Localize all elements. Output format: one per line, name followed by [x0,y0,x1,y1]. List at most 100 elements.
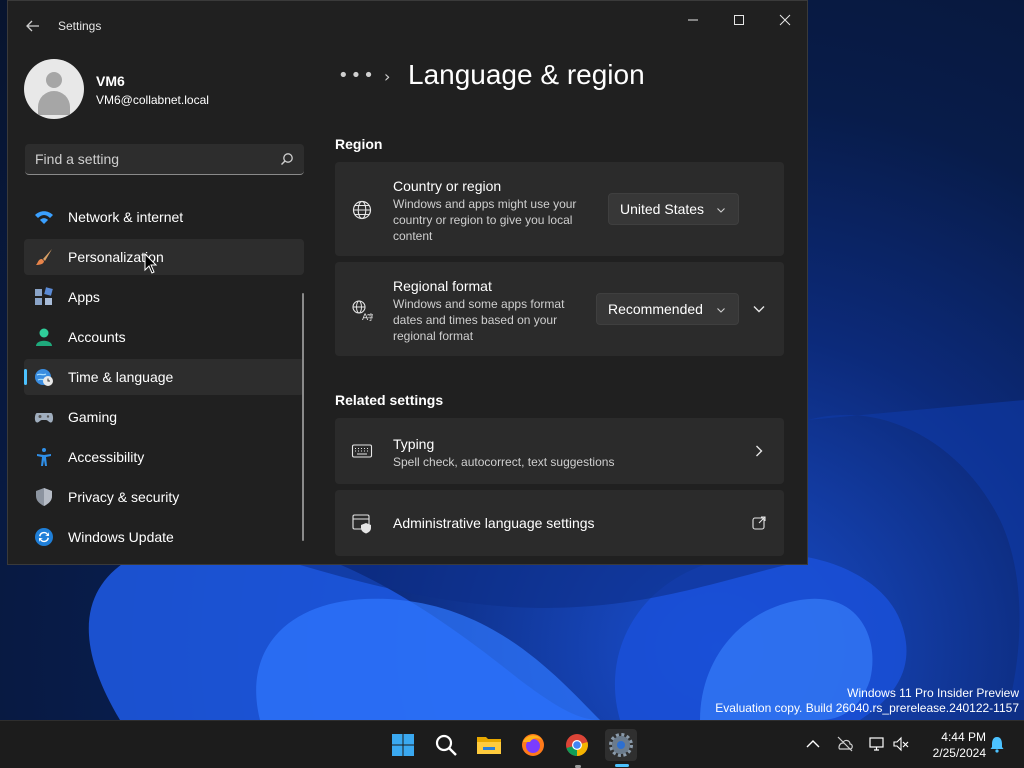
start-button[interactable] [387,729,419,761]
back-button[interactable] [22,15,44,37]
maximize-icon [734,15,744,25]
sidebar-nav: Network & internet Personalization Apps … [24,199,304,559]
globe-clock-icon [35,369,53,386]
regional-format-card[interactable]: A字 Regional format Windows and some apps… [335,262,784,356]
search-input[interactable] [25,144,265,174]
section-title-region: Region [335,136,383,152]
country-region-desc: Windows and apps might use your country … [393,197,577,243]
page-title: Language & region [408,59,645,90]
search-icon [281,153,293,165]
paintbrush-icon [36,249,52,265]
avatar [24,59,84,119]
keyboard-icon [351,444,373,458]
notification-bell-icon[interactable] [988,735,1006,753]
sidebar-item-label: Privacy & security [68,489,180,505]
admin-shield-icon [352,514,371,534]
sidebar-scrollbar[interactable] [302,293,304,541]
regional-format-dropdown[interactable]: Recommended [596,293,739,325]
open-external-icon [752,516,766,530]
settings-app-button[interactable] [605,729,637,761]
clock-time: 4:44 PM [941,730,986,744]
sidebar-item-apps[interactable]: Apps [24,279,304,315]
chevron-right-icon: › [384,67,391,86]
title-bar: Settings [8,1,807,49]
sidebar-item-label: Accounts [68,329,126,345]
cloud-offline-icon[interactable] [836,735,854,753]
gamepad-icon [34,413,54,423]
apps-icon [35,287,53,305]
sidebar-item-label: Apps [68,289,100,305]
expand-chevron-icon[interactable] [752,302,766,316]
maximize-button[interactable] [716,5,762,35]
chrome-icon [566,734,588,756]
typing-card[interactable]: Typing Spell check, autocorrect, text su… [335,418,784,484]
typing-title: Typing [393,436,435,452]
country-region-value: United States [620,201,705,217]
firefox-icon [522,734,544,756]
language-format-icon: A字 [352,300,373,321]
admin-language-title: Administrative language settings [393,515,595,531]
app-title: Settings [58,19,102,33]
wifi-icon [35,211,53,224]
country-region-dropdown[interactable]: United States [608,193,739,225]
settings-active-indicator [615,764,629,767]
taskbar-clock[interactable]: 4:44 PM 2/25/2024 [916,729,986,761]
file-explorer-icon [477,737,501,754]
regional-format-value: Recommended [608,301,703,317]
profile-email: VM6@collabnet.local [96,93,209,107]
minimize-icon [688,19,698,21]
sidebar-item-time-language[interactable]: Time & language [24,359,304,395]
back-arrow-icon [26,20,39,32]
person-icon [36,328,52,346]
sidebar-item-label: Accessibility [68,449,145,465]
regional-format-title: Regional format [393,278,492,294]
sidebar-item-accounts[interactable]: Accounts [24,319,304,355]
clock-date: 2/25/2024 [932,746,986,760]
country-region-card: Country or region Windows and apps might… [335,162,784,256]
regional-format-desc: Windows and some apps format dates and t… [393,297,565,343]
settings-window: Settings VM6 VM6@collabnet.local Network… [7,0,808,565]
sidebar-item-label: Network & internet [68,209,184,225]
windows-start-icon [392,734,414,756]
chevron-right-icon [756,445,763,457]
mouse-cursor-icon [144,253,158,274]
file-explorer-button[interactable] [473,729,505,761]
watermark-line2: Evaluation copy. Build 26040.rs_prerelea… [715,701,1019,715]
network-icon[interactable] [868,735,886,753]
svg-text:字: 字 [367,312,373,321]
search-icon [435,734,457,756]
globe-icon [352,200,372,220]
search-box[interactable] [25,144,304,175]
country-region-title: Country or region [393,178,502,194]
profile-name: VM6 [96,73,125,89]
sidebar-item-personalization[interactable]: Personalization [24,239,304,275]
minimize-button[interactable] [670,5,716,35]
typing-desc: Spell check, autocorrect, text suggestio… [393,455,615,469]
sidebar-item-windows-update[interactable]: Windows Update [24,519,304,555]
sidebar-item-label: Time & language [68,369,174,385]
sidebar-item-label: Gaming [68,409,118,425]
watermark-line1: Windows 11 Pro Insider Preview [847,686,1019,700]
accessibility-icon [37,448,51,466]
breadcrumb-more-button[interactable]: ••• [338,65,376,86]
volume-muted-icon[interactable] [892,735,910,753]
shield-icon [36,488,52,506]
close-icon [779,14,791,26]
chevron-down-icon [717,308,725,313]
settings-icon [609,733,633,757]
sidebar-item-privacy[interactable]: Privacy & security [24,479,304,515]
sidebar-item-accessibility[interactable]: Accessibility [24,439,304,475]
close-button[interactable] [762,5,807,35]
chevron-up-icon[interactable] [804,735,822,753]
sidebar-item-label: Windows Update [68,529,174,545]
sidebar-item-gaming[interactable]: Gaming [24,399,304,435]
taskbar: 4:44 PM 2/25/2024 [0,720,1024,768]
chevron-down-icon [717,208,725,213]
sidebar-item-network[interactable]: Network & internet [24,199,304,235]
firefox-button[interactable] [517,729,549,761]
taskbar-search-button[interactable] [430,729,462,761]
chrome-button[interactable] [561,729,593,761]
update-icon [35,528,53,546]
admin-language-card[interactable]: Administrative language settings [335,490,784,556]
section-title-related: Related settings [335,392,444,408]
